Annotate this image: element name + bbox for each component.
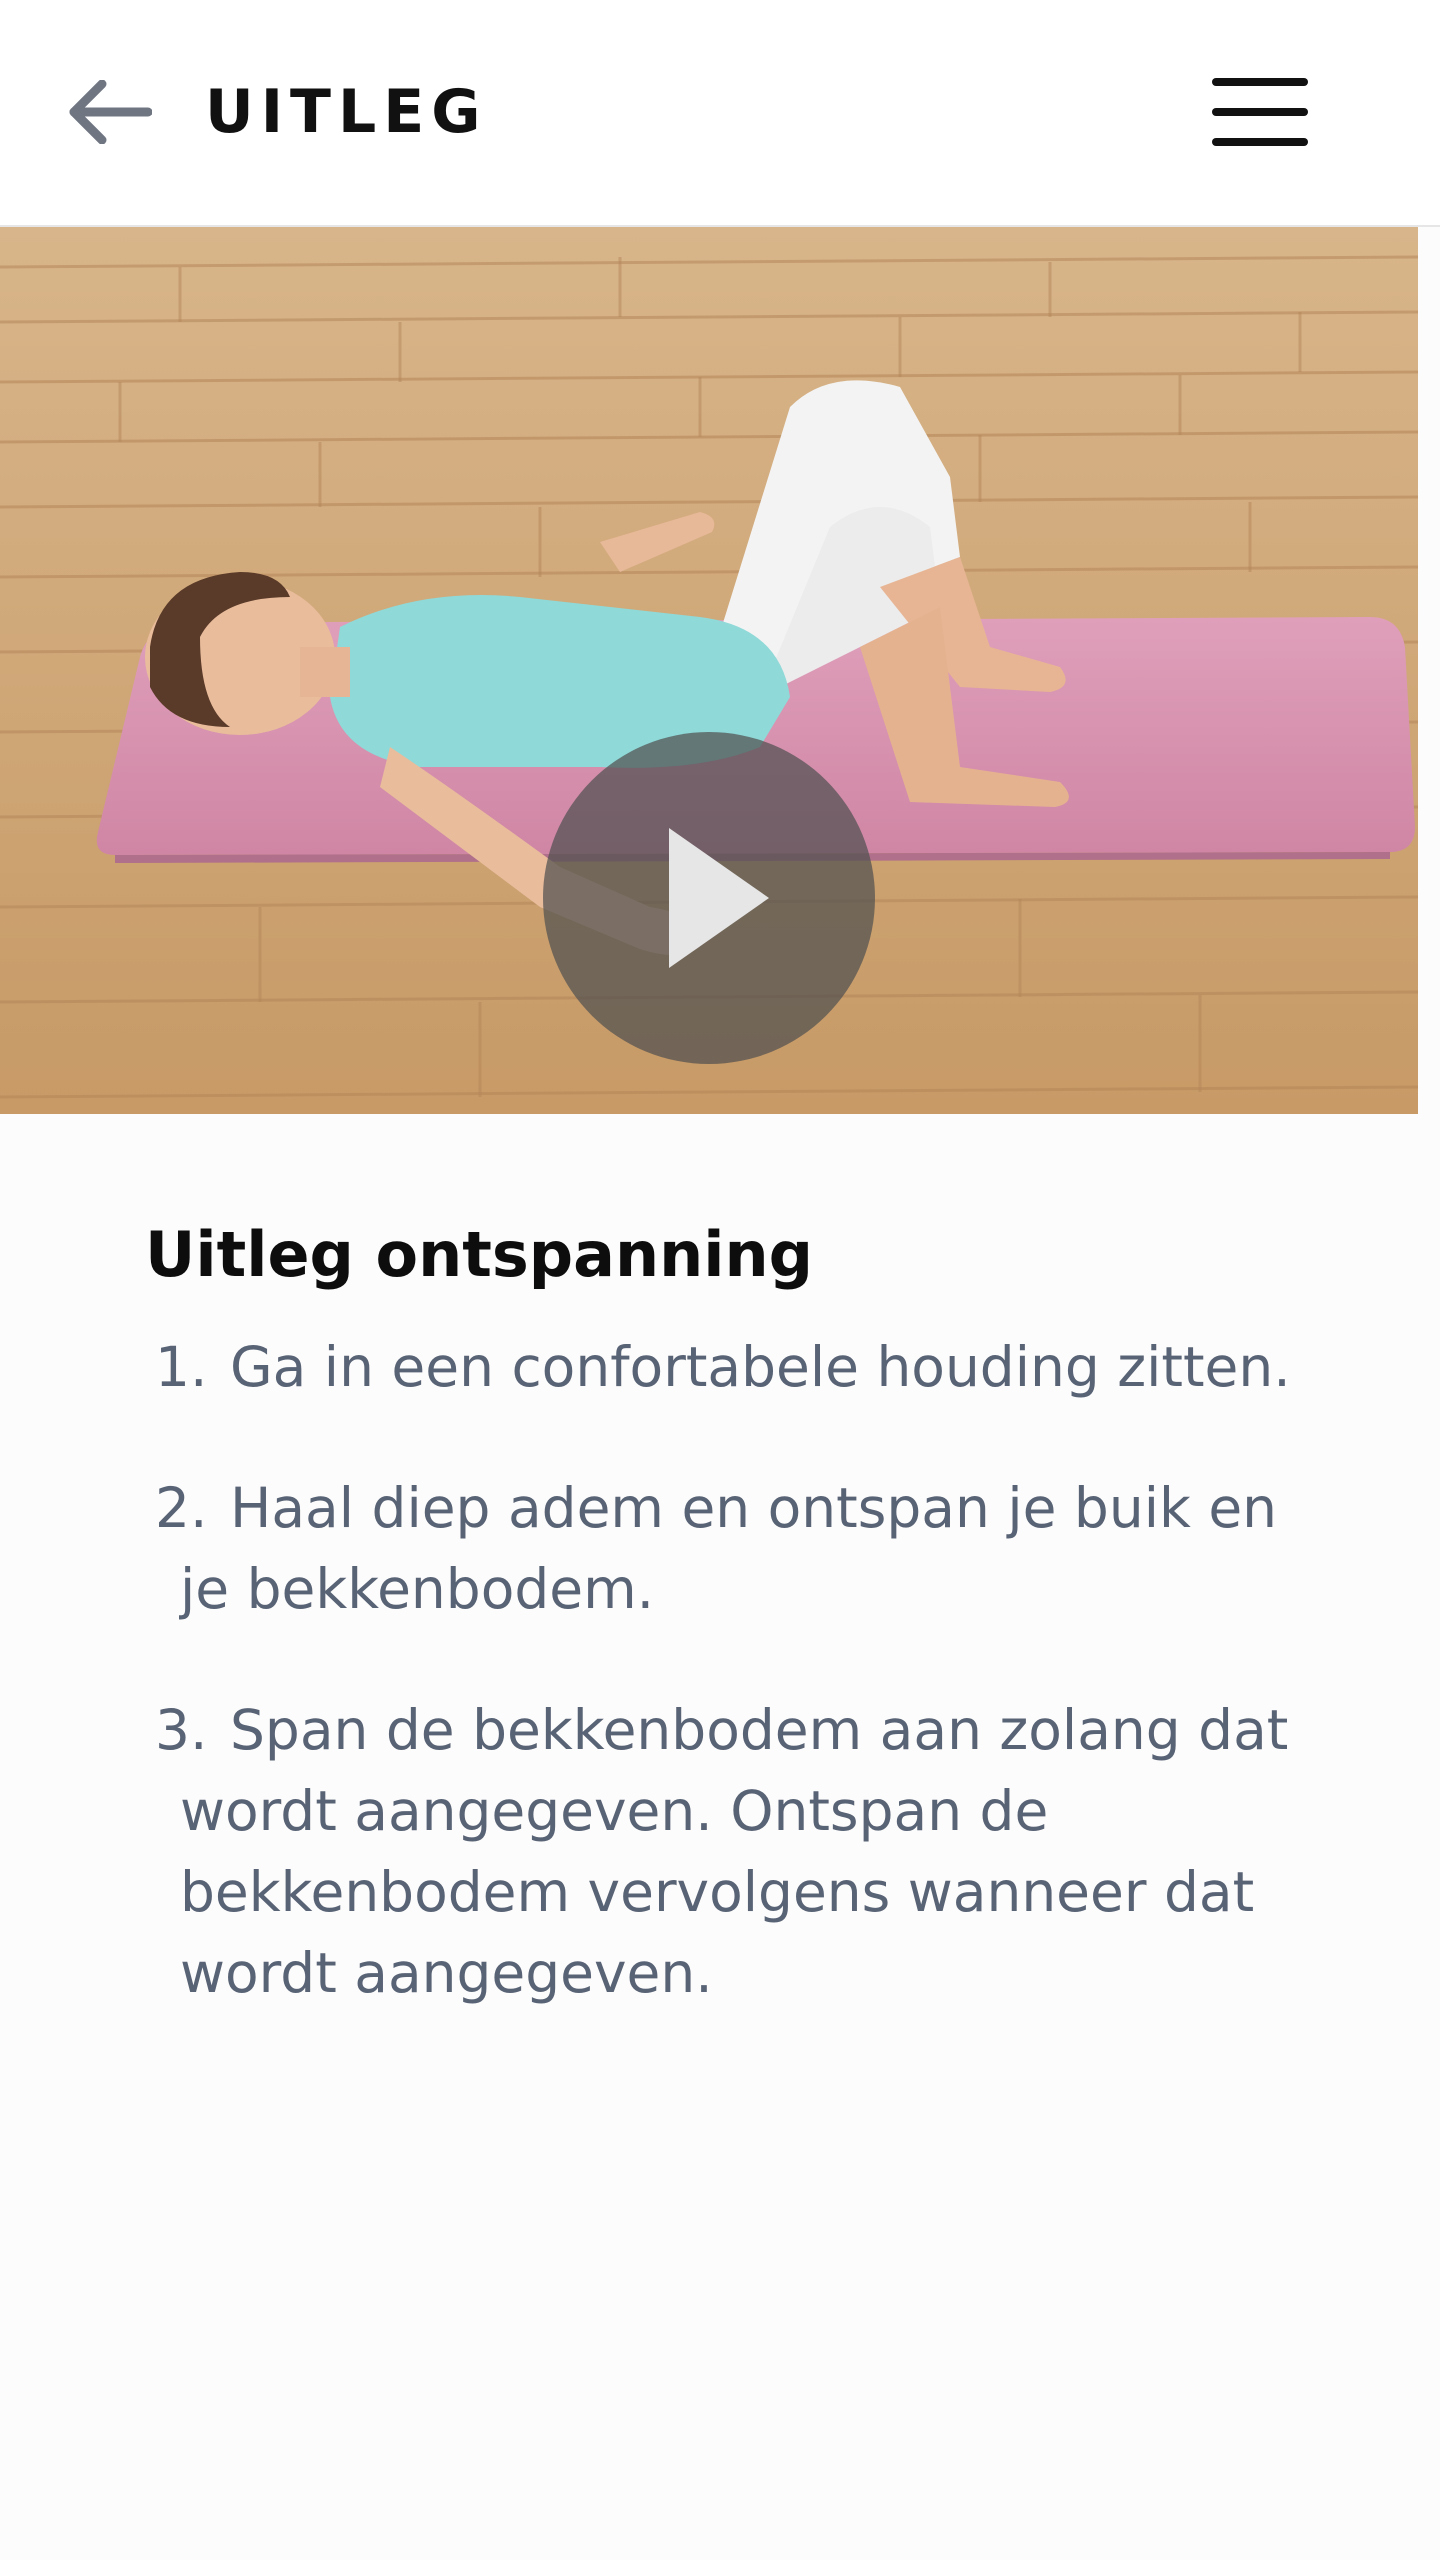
arrow-left-icon <box>69 80 152 144</box>
step-text: Span de bekkenbodem aan zolang dat wordt… <box>180 1698 1289 2005</box>
list-item: 1. Ga in een confortabele houding zitten… <box>145 1327 1305 1408</box>
list-item: 2. Haal diep adem en ontspan je buik en … <box>145 1468 1305 1630</box>
list-item: 3. Span de bekkenbodem aan zolang dat wo… <box>145 1690 1305 2014</box>
play-button[interactable] <box>543 732 875 1064</box>
app-header: UITLEG <box>0 0 1440 227</box>
step-number: 2. <box>155 1476 208 1540</box>
page-title: UITLEG <box>205 77 488 147</box>
play-icon <box>669 828 769 968</box>
step-text: Haal diep adem en ontspan je buik en je … <box>180 1476 1278 1621</box>
instructions-title: Uitleg ontspanning <box>145 1218 814 1291</box>
step-number: 1. <box>155 1335 208 1399</box>
instructions-list: 1. Ga in een confortabele houding zitten… <box>145 1327 1305 2014</box>
menu-button[interactable] <box>1200 62 1320 162</box>
step-number: 3. <box>155 1698 208 1762</box>
step-text: Ga in een confortabele houding zitten. <box>230 1335 1291 1399</box>
page: UITLEG Uitleg ontspanning 1. Ga in een c… <box>0 0 1440 2560</box>
hamburger-menu-icon <box>1212 78 1308 146</box>
back-button[interactable] <box>60 62 160 162</box>
exercise-video[interactable] <box>0 227 1418 1114</box>
instructions-section: Uitleg ontspanning 1. Ga in een conforta… <box>145 1205 1305 2074</box>
